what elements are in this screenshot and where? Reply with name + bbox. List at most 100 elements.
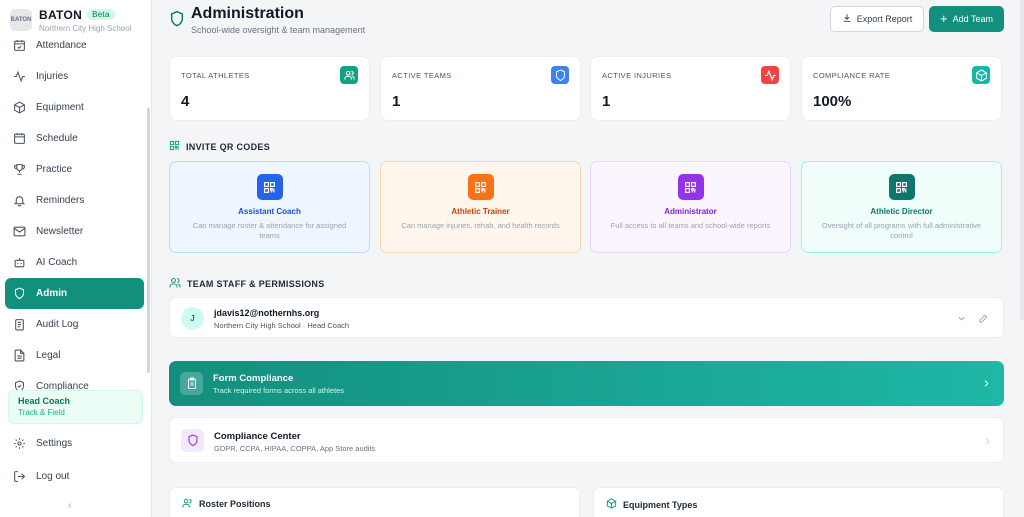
team-staff-section-title: TEAM STAFF & PERMISSIONS [169, 277, 325, 290]
staff-email: jdavis12@nothernhs.org [214, 308, 320, 318]
shield-icon [551, 66, 569, 84]
shield-icon [12, 287, 26, 301]
qr-code-icon [169, 140, 180, 153]
users-icon [169, 277, 181, 290]
bell-icon [12, 194, 26, 208]
sidebar-item-equipment[interactable]: Equipment [5, 92, 144, 123]
chevron-down-icon[interactable] [956, 311, 967, 329]
sidebar-item-label: Log out [36, 471, 70, 482]
sidebar-item-schedule[interactable]: Schedule [5, 123, 144, 154]
sidebar-item-label: Newsletter [36, 226, 84, 237]
trophy-icon [12, 163, 26, 177]
logout-icon [12, 470, 26, 484]
form-compliance-banner[interactable]: Form Compliance Track required forms acr… [169, 361, 1004, 406]
staff-detail: Northern City High School · Head Coach [214, 321, 350, 330]
role-title: Head Coach [18, 396, 71, 406]
sidebar-item-audit-log[interactable]: Audit Log [5, 309, 144, 340]
sidebar-item-newsletter[interactable]: Newsletter [5, 216, 144, 247]
activity-icon [12, 70, 26, 84]
sidebar-item-practice[interactable]: Practice [5, 154, 144, 185]
qr-code-icon [467, 174, 494, 200]
clipboard-list-icon [12, 318, 26, 332]
qr-card-description: Oversight of all programs with full admi… [821, 221, 982, 240]
qr-card-assistant-coach[interactable]: Assistant Coach Can manage roster & atten… [169, 161, 370, 253]
mail-icon [12, 225, 26, 239]
main-content: Administration School-wide oversight & t… [153, 0, 1024, 517]
sidebar-item-legal[interactable]: Legal [5, 340, 144, 371]
bot-icon [12, 256, 26, 270]
calendar-icon [12, 132, 26, 146]
sidebar-item-label: Compliance [36, 381, 89, 390]
sidebar-item-label: Schedule [36, 133, 78, 144]
users-icon [340, 66, 358, 84]
brand-logo: BATON [10, 9, 32, 31]
invite-qr-section-title: INVITE QR CODES [169, 140, 270, 153]
sidebar-item-label: Injuries [36, 71, 69, 82]
add-team-label: Add Team [952, 14, 993, 24]
box-icon [606, 498, 617, 511]
sidebar-item-injuries[interactable]: Injuries [5, 61, 144, 92]
stat-value: 100% [813, 93, 852, 110]
box-icon [12, 101, 26, 115]
qr-code-icon [256, 174, 283, 200]
form-compliance-title: Form Compliance [213, 373, 294, 384]
stat-card-compliance-rate: COMPLIANCE RATE 100% [801, 56, 1002, 121]
section-title-text: TEAM STAFF & PERMISSIONS [187, 278, 325, 289]
download-icon [842, 13, 852, 25]
shield-icon [169, 10, 185, 28]
sidebar-item-settings[interactable]: Settings [5, 428, 144, 459]
add-team-button[interactable]: + Add Team [929, 6, 1004, 32]
qr-code-icon [677, 174, 704, 200]
qr-card-athletic-director[interactable]: Athletic Director Oversight of all progra… [801, 161, 1002, 253]
beta-badge: Beta [87, 8, 115, 20]
qr-card-title: Administrator [664, 207, 717, 216]
sidebar-item-compliance[interactable]: Compliance [5, 371, 144, 390]
collapse-sidebar-icon[interactable]: ‹ [68, 500, 71, 511]
roster-positions-card[interactable]: Roster Positions [169, 487, 580, 517]
sidebar-item-admin[interactable]: Admin [5, 278, 144, 309]
card-title-text: Equipment Types [623, 499, 698, 510]
sidebar-item-label: Practice [36, 164, 73, 175]
sidebar-item-label: Admin [36, 288, 68, 299]
sidebar-bottom-nav: Settings Log out [5, 428, 144, 492]
activity-icon [761, 66, 779, 84]
qr-card-title: Assistant Coach [238, 207, 301, 216]
stat-value: 4 [181, 93, 190, 110]
export-report-button[interactable]: Export Report [830, 6, 924, 32]
sidebar-nav: Attendance Injuries Equipment Schedule Pract… [5, 30, 144, 390]
shield-icon [181, 429, 204, 452]
page-title: Administration [191, 5, 304, 22]
stat-card-active-teams: ACTIVE TEAMS 1 [380, 56, 581, 121]
sidebar-item-logout[interactable]: Log out [5, 461, 144, 492]
school-name: Northern City High School [39, 23, 132, 33]
section-title-text: INVITE QR CODES [186, 141, 271, 152]
sidebar-scrollbar[interactable] [147, 108, 150, 373]
stat-label: ACTIVE TEAMS [392, 71, 452, 80]
sidebar-item-label: Attendance [36, 40, 87, 51]
avatar: J [181, 307, 204, 330]
main-scrollbar[interactable] [1020, 0, 1024, 320]
sidebar-item-reminders[interactable]: Reminders [5, 185, 144, 216]
stat-card-total-athletes: TOTAL ATHLETES 4 [169, 56, 370, 121]
compliance-center-card[interactable]: Compliance Center GDPR, CCPA, HIPAA, COP… [169, 417, 1004, 463]
sidebar-item-label: Reminders [36, 195, 85, 206]
qr-card-athletic-trainer[interactable]: Athletic Trainer Can manage injuries, reh… [380, 161, 581, 253]
qr-card-description: Full access to all teams and school-wide… [610, 221, 771, 230]
form-compliance-subtitle: Track required forms across all athletes [213, 386, 345, 395]
chevron-right-icon [982, 434, 993, 452]
staff-member-row[interactable]: J jdavis12@nothernhs.org Northern City H… [169, 297, 1004, 338]
roster-positions-title: Roster Positions [182, 498, 271, 510]
qr-card-administrator[interactable]: Administrator Full access to all teams an… [590, 161, 791, 253]
pencil-icon[interactable] [978, 311, 989, 329]
qr-card-title: Athletic Trainer [451, 207, 510, 216]
sidebar-item-ai-coach[interactable]: AI Coach [5, 247, 144, 278]
stat-card-active-injuries: ACTIVE INJURIES 1 [590, 56, 791, 121]
role-subtitle: Track & Field [18, 408, 65, 417]
equipment-types-card[interactable]: Equipment Types [593, 487, 1004, 517]
sidebar-item-label: Audit Log [36, 319, 79, 330]
sidebar: Attendance Injuries Equipment Schedule Pract… [0, 0, 152, 517]
users-icon [182, 498, 193, 510]
sidebar-item-label: Legal [36, 350, 61, 361]
brand-header[interactable]: BATON BATON Beta Northern City High Schoo… [0, 0, 151, 40]
role-card[interactable]: Head Coach Track & Field [8, 390, 143, 424]
